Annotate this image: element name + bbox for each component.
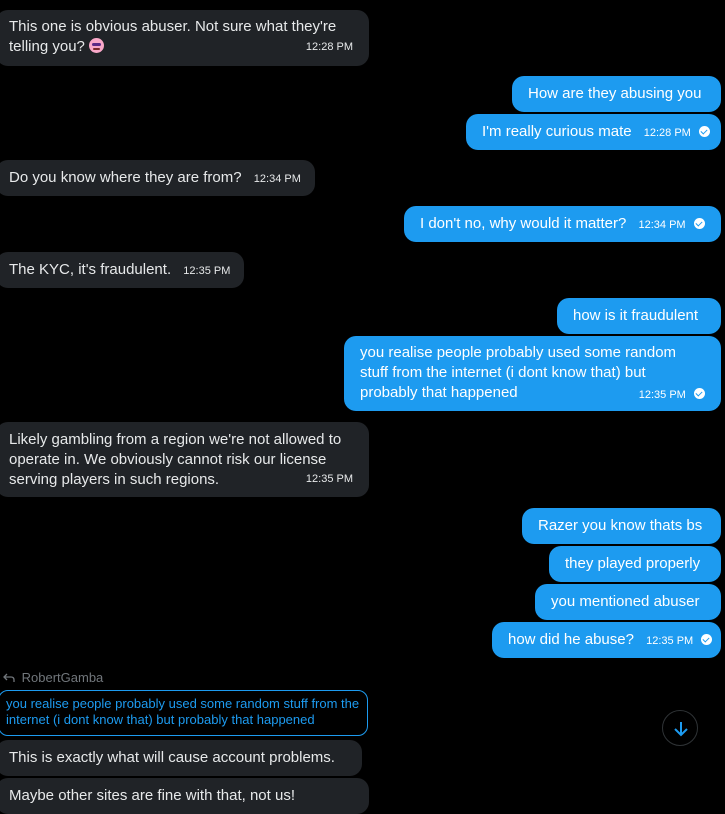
message-incoming[interactable]: Likely gambling from a region we're not … [0,422,369,497]
message-text: you mentioned abuser [551,593,700,610]
message-time: 12:28 PM [305,41,353,53]
message-text: How are they abusing you [528,85,702,102]
message-incoming[interactable]: This is exactly what will cause account … [0,740,362,776]
message-text: Maybe other sites are fine with that, no… [9,787,295,804]
message-time: 12:35 PM [305,473,353,485]
message-outgoing[interactable]: you realise people probably used some ra… [344,336,721,411]
message-text: Do you know where they are from? [9,169,242,186]
message-outgoing[interactable]: they played properly [549,546,721,582]
reply-arrow-icon [3,673,15,682]
message-text: The KYC, it's fraudulent. [9,261,172,278]
reply-author: RobertGamba [21,670,104,685]
message-time: 12:28 PM [643,127,691,139]
message-time: 12:34 PM [638,219,686,231]
message-outgoing[interactable]: you mentioned abuser [535,584,721,620]
message-outgoing[interactable]: How are they abusing you [512,76,721,112]
message-incoming[interactable]: Do you know where they are from? 12:34 P… [0,160,315,196]
reply-header: RobertGamba [3,670,103,685]
check-circle-icon [693,218,705,229]
message-text: they played properly [565,555,701,572]
message-time: 12:35 PM [638,389,686,401]
message-outgoing[interactable]: how is it fraudulent [557,298,721,334]
message-text: Likely gambling from a region we're not … [9,431,342,488]
scroll-to-bottom-button[interactable] [662,710,698,746]
message-incoming[interactable]: Maybe other sites are fine with that, no… [0,778,369,814]
message-time: 12:35 PM [646,635,694,647]
message-outgoing[interactable]: Razer you know thats bs [522,508,721,544]
message-time: 12:34 PM [253,173,301,185]
quoted-message[interactable]: you realise people probably used some ra… [0,690,368,736]
message-text: how is it fraudulent [573,307,699,324]
message-outgoing[interactable]: I don't no, why would it matter? 12:34 P… [404,206,721,242]
message-text: how did he abuse? [508,631,634,648]
check-circle-icon [701,634,713,645]
message-outgoing[interactable]: how did he abuse? 12:35 PM [492,622,721,658]
check-circle-icon [694,388,705,399]
message-text: This is exactly what will cause account … [9,749,335,766]
message-text: This one is obvious abuser. Not sure wha… [9,18,337,55]
message-time: 12:35 PM [183,265,231,277]
arrow-down-icon [674,722,688,737]
message-text: I'm really curious mate [482,123,632,140]
check-circle-icon [699,126,711,137]
message-outgoing[interactable]: I'm really curious mate 12:28 PM [466,114,721,150]
quoted-text: you realise people probably used some ra… [6,696,360,727]
message-text: Razer you know thats bs [538,517,703,534]
message-text: I don't no, why would it matter? [420,215,627,232]
grinning-emoji-icon [89,38,105,53]
message-incoming[interactable]: This one is obvious abuser. Not sure wha… [0,10,369,66]
message-incoming[interactable]: The KYC, it's fraudulent. 12:35 PM [0,252,244,288]
